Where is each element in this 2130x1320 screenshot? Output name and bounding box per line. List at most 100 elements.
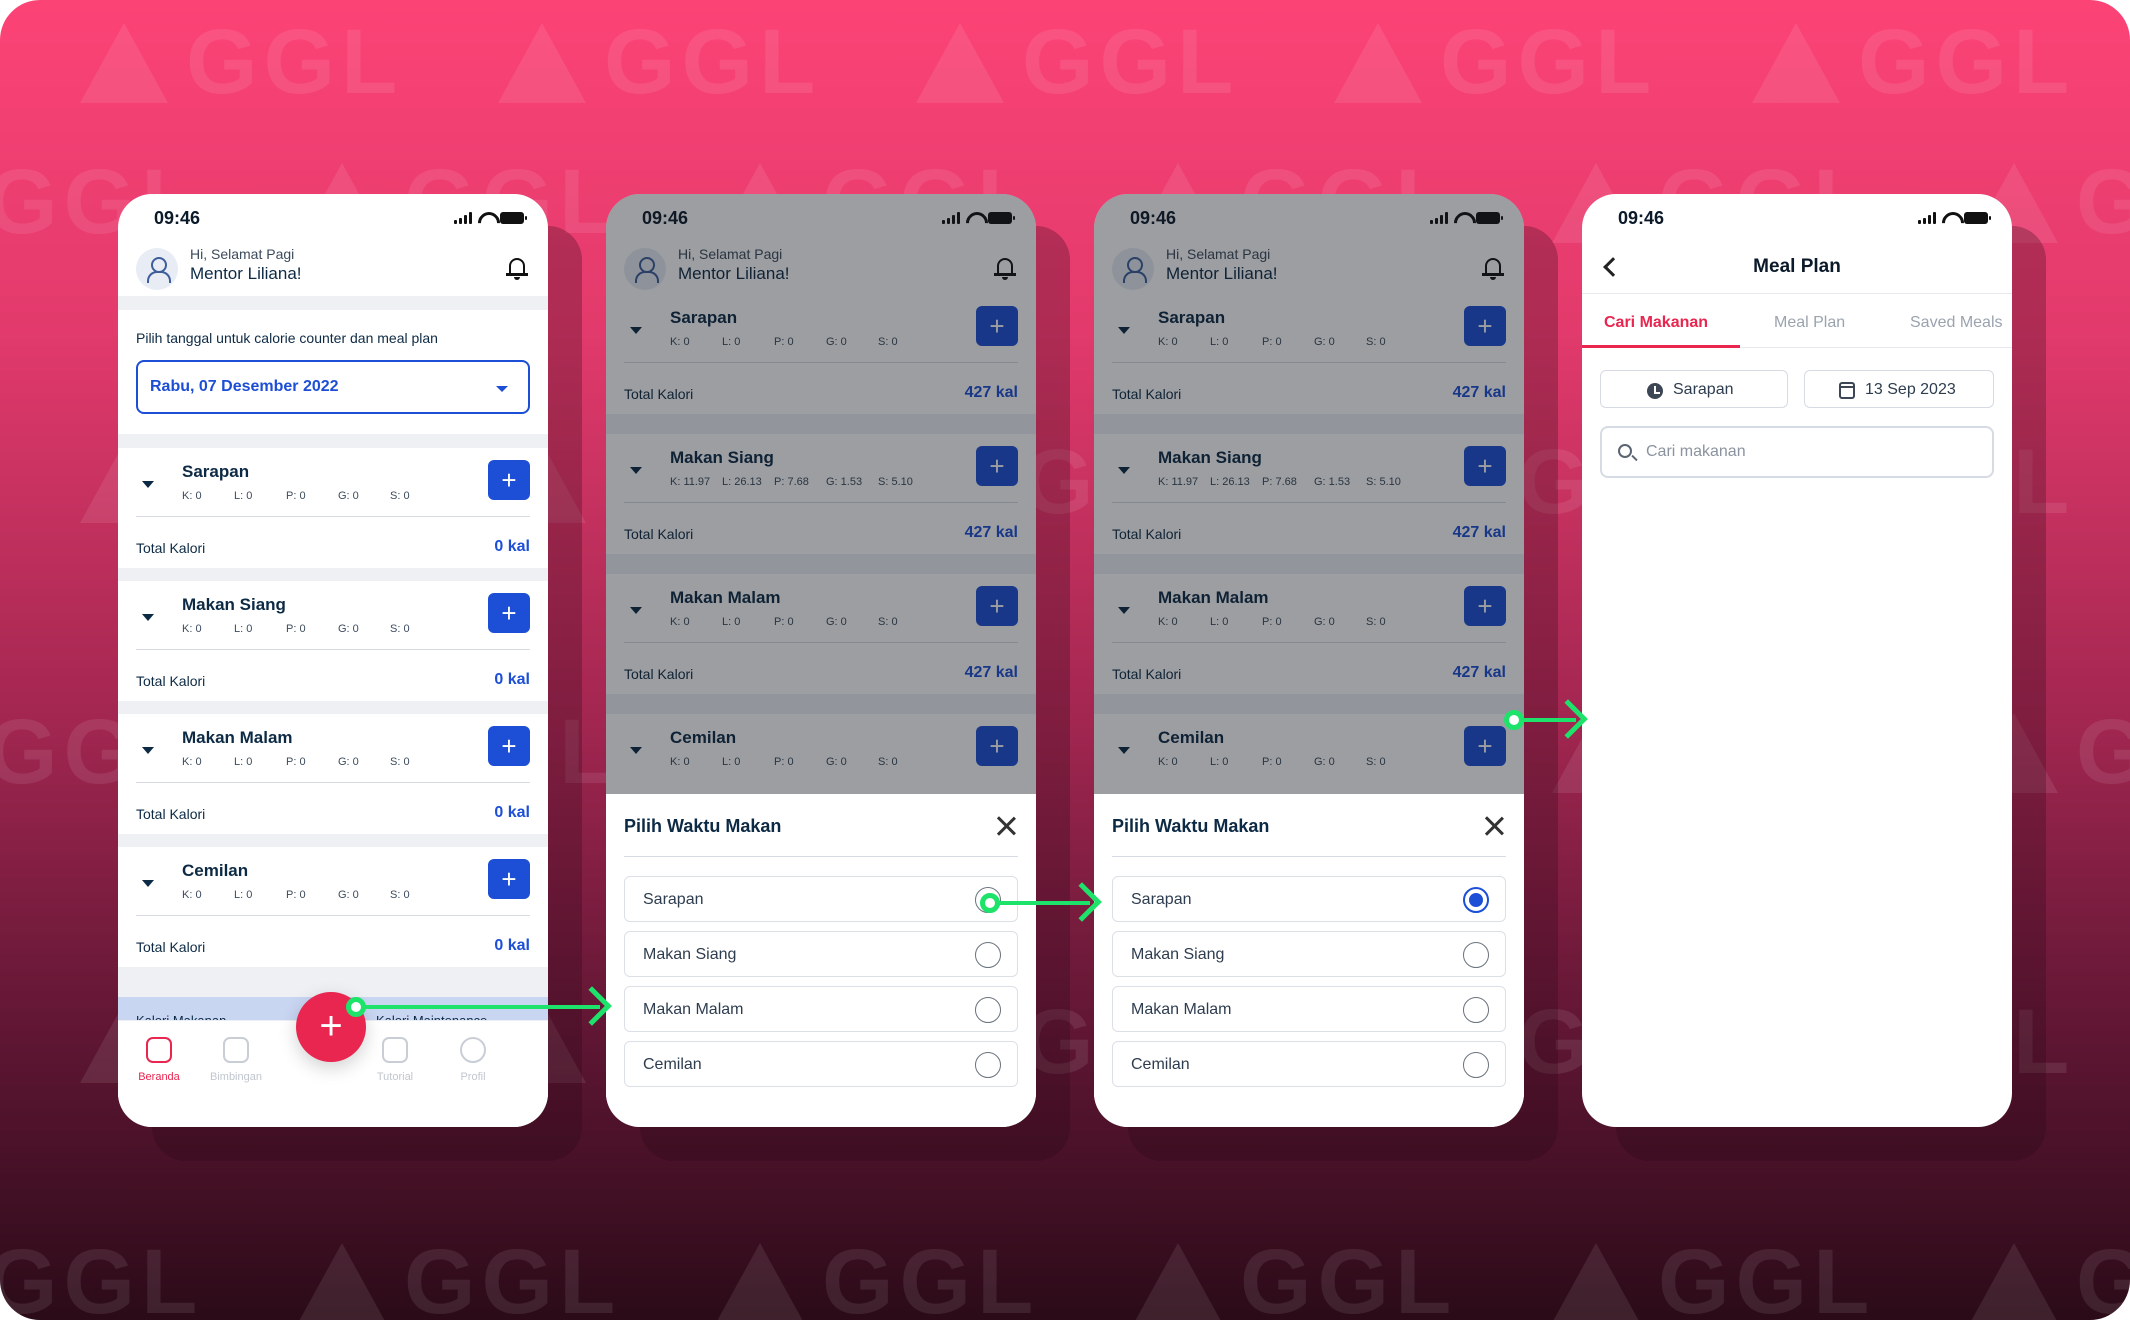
tab-cari-makanan[interactable]: Cari Makanan bbox=[1604, 314, 1708, 332]
watermark-text: GGL bbox=[2076, 1231, 2130, 1320]
meal-time-option[interactable]: Cemilan bbox=[624, 1041, 1018, 1087]
home-icon bbox=[146, 1037, 172, 1063]
option-label: Sarapan bbox=[1131, 891, 1192, 908]
avatar[interactable] bbox=[136, 248, 178, 290]
nav-beranda[interactable]: Beranda bbox=[124, 1037, 194, 1083]
meal-time-option[interactable]: Makan Siang bbox=[1112, 931, 1506, 977]
meal-time-option[interactable]: Makan Malam bbox=[1112, 986, 1506, 1032]
nutrient-value: P: 0 bbox=[286, 756, 306, 768]
nutrient-value: K: 0 bbox=[182, 623, 202, 635]
close-icon[interactable] bbox=[1484, 816, 1504, 836]
tab-meal-plan[interactable]: Meal Plan bbox=[1774, 314, 1845, 332]
bell-icon[interactable] bbox=[506, 256, 528, 280]
collapse-caret-icon[interactable] bbox=[142, 747, 154, 754]
watermark-text: GGL bbox=[404, 1231, 622, 1320]
nutrient-value: G: 0 bbox=[338, 623, 359, 635]
wifi-icon bbox=[478, 212, 494, 224]
wifi-icon bbox=[1942, 212, 1958, 224]
nutrient-value: P: 0 bbox=[286, 623, 306, 635]
phone-home-screen: 09:46 Hi, Selamat Pagi Mentor Liliana! P… bbox=[118, 194, 548, 1127]
meal-time-option[interactable]: Cemilan bbox=[1112, 1041, 1506, 1087]
user-name: Mentor Liliana! bbox=[190, 264, 302, 283]
phone-meal-picker-selected: 09:46 Hi, Selamat Pagi Mentor Liliana! Sara… bbox=[1094, 194, 1524, 1127]
meal-time-option[interactable]: Sarapan bbox=[1112, 876, 1506, 922]
meal-time-option[interactable]: Makan Malam bbox=[624, 986, 1018, 1032]
watermark-logo: GGL bbox=[1334, 10, 1657, 115]
phone-meal-plan: 09:46 Meal Plan Cari Makanan Meal Plan S… bbox=[1582, 194, 2012, 1127]
watermark-text: GGL bbox=[0, 1231, 204, 1320]
meal-plan-header: Meal Plan bbox=[1582, 244, 2012, 294]
sheet-title: Pilih Waktu Makan bbox=[1112, 816, 1270, 836]
watermark-text: GGL bbox=[186, 11, 404, 113]
option-label: Makan Siang bbox=[1131, 946, 1225, 963]
nutrient-value: S: 0 bbox=[390, 490, 410, 502]
meal-time-option[interactable]: Sarapan bbox=[624, 876, 1018, 922]
nutrient-value: S: 0 bbox=[390, 623, 410, 635]
add-food-button[interactable]: + bbox=[488, 460, 530, 500]
watermark-text: GGL bbox=[1658, 1231, 1876, 1320]
nav-label: Bimbingan bbox=[210, 1071, 262, 1083]
nav-bimbingan[interactable]: Bimbingan bbox=[201, 1037, 271, 1083]
watermark-logo: GGL bbox=[1752, 10, 2075, 115]
radio-button[interactable] bbox=[1463, 942, 1489, 968]
meal-time-value: Sarapan bbox=[1673, 381, 1734, 398]
active-tab-indicator bbox=[1582, 345, 1740, 348]
radio-button[interactable] bbox=[975, 1052, 1001, 1078]
add-food-button[interactable]: + bbox=[488, 859, 530, 899]
total-calorie-value: 0 kal bbox=[494, 804, 530, 821]
nutrient-value: G: 0 bbox=[338, 889, 359, 901]
tab-saved-meals[interactable]: Saved Meals bbox=[1910, 314, 2003, 332]
divider bbox=[136, 782, 530, 783]
collapse-caret-icon[interactable] bbox=[142, 614, 154, 621]
flow-arrow bbox=[980, 882, 1102, 922]
add-food-button[interactable]: + bbox=[488, 593, 530, 633]
collapse-caret-icon[interactable] bbox=[142, 481, 154, 488]
food-search[interactable] bbox=[1600, 426, 1994, 478]
add-food-button[interactable]: + bbox=[488, 726, 530, 766]
search-input[interactable] bbox=[1646, 440, 1976, 464]
nav-label: Tutorial bbox=[376, 1071, 414, 1083]
nutrient-value: K: 0 bbox=[182, 889, 202, 901]
presentation-canvas: GGLGGLGGLGGLGGLGGLGGLGGLGGLGGLGGLGGLGGLG… bbox=[0, 0, 2130, 1320]
close-icon[interactable] bbox=[996, 816, 1016, 836]
meal-time-sheet: Pilih Waktu Makan Sarapan Makan Siang Makan… bbox=[1094, 794, 1524, 1127]
date-dropdown[interactable]: Rabu, 07 Desember 2022 bbox=[136, 360, 530, 414]
modal-overlay[interactable] bbox=[1094, 194, 1524, 794]
nav-profil[interactable]: Profil bbox=[438, 1037, 508, 1083]
meal-time-chip[interactable]: Sarapan bbox=[1600, 370, 1788, 408]
meal-title: Makan Siang bbox=[182, 595, 286, 614]
clock-icon bbox=[1647, 383, 1663, 399]
phone-meal-picker: 09:46 Hi, Selamat Pagi Mentor Liliana! Sara… bbox=[606, 194, 1036, 1127]
watermark-logo: GGL bbox=[916, 10, 1239, 115]
nav-label: Profil bbox=[460, 1071, 486, 1083]
search-icon bbox=[1618, 444, 1632, 458]
greeting-text: Hi, Selamat Pagi bbox=[190, 246, 295, 262]
meal-plan-tabs: Cari Makanan Meal Plan Saved Meals bbox=[1582, 294, 2012, 348]
modal-overlay[interactable] bbox=[606, 194, 1036, 794]
watermark-text: GGL bbox=[1858, 11, 2076, 113]
nutrient-value: L: 0 bbox=[234, 623, 253, 635]
signal-icon bbox=[454, 212, 472, 224]
radio-button[interactable] bbox=[1463, 997, 1489, 1023]
status-time: 09:46 bbox=[1618, 208, 1665, 228]
signal-icon bbox=[1918, 212, 1936, 224]
collapse-caret-icon[interactable] bbox=[142, 880, 154, 887]
nutrient-value: P: 0 bbox=[286, 889, 306, 901]
date-chip[interactable]: 13 Sep 2023 bbox=[1804, 370, 1994, 408]
radio-button[interactable] bbox=[1463, 887, 1489, 913]
nav-tutorial[interactable]: Tutorial bbox=[360, 1037, 430, 1083]
total-calorie-label: Total Kalori bbox=[136, 806, 206, 822]
watermark-logo: GGL bbox=[0, 1230, 203, 1320]
option-label: Makan Malam bbox=[643, 1001, 744, 1018]
meal-section: Makan Malam K: 0 L: 0 P: 0 G: 0 S: 0 + Total Ka… bbox=[136, 714, 530, 834]
meal-title: Makan Malam bbox=[182, 728, 293, 747]
divider bbox=[1112, 856, 1506, 857]
option-label: Cemilan bbox=[1131, 1056, 1190, 1073]
radio-button[interactable] bbox=[975, 942, 1001, 968]
divider bbox=[136, 649, 530, 650]
bookmark-icon bbox=[382, 1037, 408, 1063]
nutrient-value: L: 0 bbox=[234, 756, 253, 768]
radio-button[interactable] bbox=[1463, 1052, 1489, 1078]
radio-button[interactable] bbox=[975, 997, 1001, 1023]
meal-time-option[interactable]: Makan Siang bbox=[624, 931, 1018, 977]
